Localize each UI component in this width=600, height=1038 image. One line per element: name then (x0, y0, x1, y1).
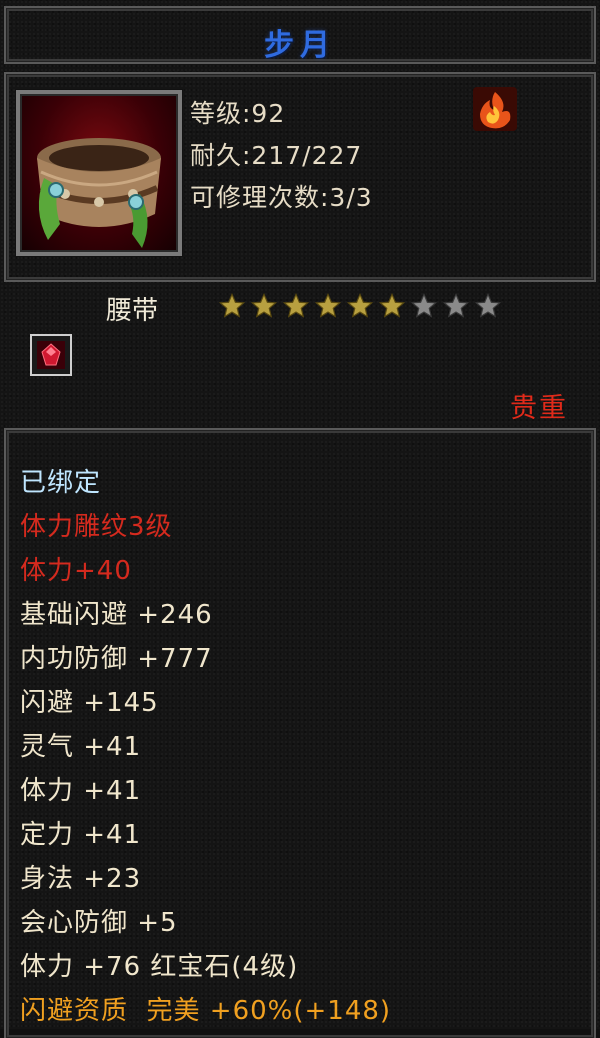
item-tooltip: 步月 等级:92 耐久:217/227 可修理次数:3/3 腰带 贵重 已绑定 … (0, 0, 600, 1038)
star-empty-icon (442, 292, 470, 318)
attribute-line: 闪避 +145 (20, 688, 159, 718)
star-empty-icon (474, 292, 502, 318)
star-rating (218, 292, 502, 320)
item-type-label: 腰带 (106, 296, 159, 326)
attribute-line: 身法 +23 (20, 864, 142, 894)
attribute-line: 已绑定 (20, 468, 102, 498)
red-gem-slot-icon (30, 334, 72, 376)
attribute-line: 闪避资质 完美 +60%(+148) (20, 996, 392, 1026)
durability-stat: 耐久:217/227 (190, 141, 363, 170)
attribute-line: 会心防御 +5 (20, 908, 178, 938)
star-empty-icon (410, 292, 438, 318)
attribute-line: 体力 +76 红宝石(4级) (20, 952, 299, 982)
attribute-line: 灵气 +41 (20, 732, 142, 762)
star-filled-icon (250, 292, 278, 318)
attribute-line: 体力雕纹3级 (20, 512, 173, 542)
star-filled-icon (346, 292, 374, 318)
fire-element-icon (472, 86, 518, 132)
item-name: 步月 (264, 28, 336, 63)
belt-item-icon (16, 90, 182, 256)
attribute-line: 体力+40 (20, 556, 132, 586)
attribute-line: 定力 +41 (20, 820, 142, 850)
star-filled-icon (282, 292, 310, 318)
repair-count-stat: 可修理次数:3/3 (190, 183, 373, 212)
level-stat: 等级:92 (190, 99, 286, 128)
title-bar: 步月 (4, 6, 596, 64)
attribute-line: 体力 +41 (20, 776, 142, 806)
star-filled-icon (314, 292, 342, 318)
star-filled-icon (218, 292, 246, 318)
attribute-line: 内功防御 +777 (20, 644, 213, 674)
attribute-line: 基础闪避 +246 (20, 600, 213, 630)
rarity-label: 贵重 (510, 393, 568, 424)
star-filled-icon (378, 292, 406, 318)
